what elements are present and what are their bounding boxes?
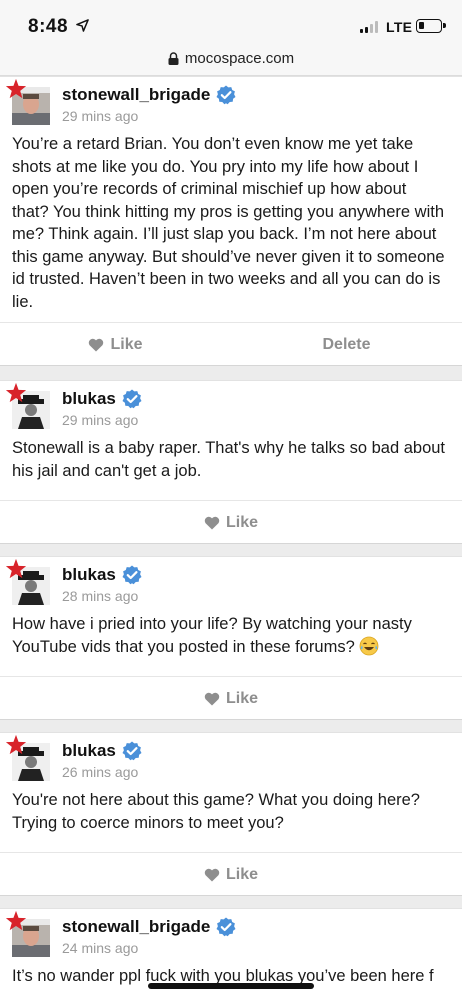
network-type: LTE — [386, 19, 413, 35]
verified-check-icon — [122, 741, 142, 761]
heart-icon — [89, 338, 104, 351]
post-timestamp: 29 mins ago — [62, 412, 139, 428]
url-text: mocospace.com — [184, 50, 295, 67]
delete-button[interactable]: Delete — [231, 336, 462, 354]
post-text: You're not here about this game? What yo… — [12, 791, 420, 832]
username-text: blukas — [62, 741, 116, 760]
heart-icon — [204, 516, 220, 529]
post-timestamp: 24 mins ago — [62, 940, 139, 956]
like-label: Like — [225, 689, 258, 707]
location-arrow-icon — [76, 19, 89, 32]
post-actions: Like — [0, 500, 462, 544]
post-text: Stonewall is a baby raper. That's why he… — [12, 439, 446, 480]
clock: 8:48 — [28, 16, 69, 37]
post-text-content: How have i pried into your life? By watc… — [12, 615, 412, 656]
post-username[interactable]: stonewall_brigade — [62, 917, 236, 937]
post-timestamp: 26 mins ago — [62, 764, 139, 780]
signal-icon — [360, 21, 380, 33]
red-star-icon — [5, 558, 27, 579]
tears-of-joy-emoji — [359, 636, 379, 655]
like-button[interactable]: Like — [0, 690, 462, 708]
post-username[interactable]: blukas — [62, 565, 142, 585]
like-label: Like — [110, 335, 143, 353]
like-button[interactable]: Like — [0, 866, 462, 884]
red-star-icon — [5, 78, 27, 99]
heart-icon — [204, 868, 220, 881]
post-username[interactable]: blukas — [62, 389, 142, 409]
post-card: blukas 29 mins ago Stonewall is a baby r… — [0, 380, 462, 544]
verified-check-icon — [216, 917, 236, 937]
post-username[interactable]: blukas — [62, 741, 142, 761]
post-actions: Like Delete — [0, 322, 462, 366]
post-timestamp: 29 mins ago — [62, 108, 139, 124]
like-label: Like — [225, 513, 258, 531]
like-button[interactable]: Like — [0, 514, 462, 532]
post-card: blukas 28 mins ago How have i pried into… — [0, 556, 462, 720]
post-card: blukas 26 mins ago You're not here about… — [0, 732, 462, 896]
address-bar[interactable]: mocospace.com — [0, 44, 462, 76]
status-bar: 8:48 LTE — [0, 0, 462, 44]
username-text: stonewall_brigade — [62, 917, 211, 936]
verified-check-icon — [122, 389, 142, 409]
post-text: How have i pried into your life? By watc… — [0, 607, 462, 658]
post-card: stonewall_brigade 29 mins ago You’re a r… — [0, 76, 462, 366]
verified-check-icon — [122, 565, 142, 585]
like-button[interactable]: Like — [0, 336, 231, 354]
post-text: You’re a retard Brian. You don’t even kn… — [12, 135, 445, 311]
username-text: stonewall_brigade — [62, 85, 211, 104]
like-label: Like — [225, 865, 258, 883]
verified-check-icon — [216, 85, 236, 105]
lock-icon — [168, 52, 179, 65]
red-star-icon — [5, 734, 27, 755]
post-actions: Like — [0, 852, 462, 896]
battery-icon — [416, 19, 446, 33]
home-indicator[interactable] — [148, 983, 314, 989]
username-text: blukas — [62, 389, 116, 408]
post-username[interactable]: stonewall_brigade — [62, 85, 236, 105]
post-actions: Like — [0, 676, 462, 720]
heart-icon — [204, 692, 220, 705]
username-text: blukas — [62, 565, 116, 584]
red-star-icon — [5, 910, 27, 931]
delete-label: Delete — [322, 335, 371, 353]
red-star-icon — [5, 382, 27, 403]
post-timestamp: 28 mins ago — [62, 588, 139, 604]
